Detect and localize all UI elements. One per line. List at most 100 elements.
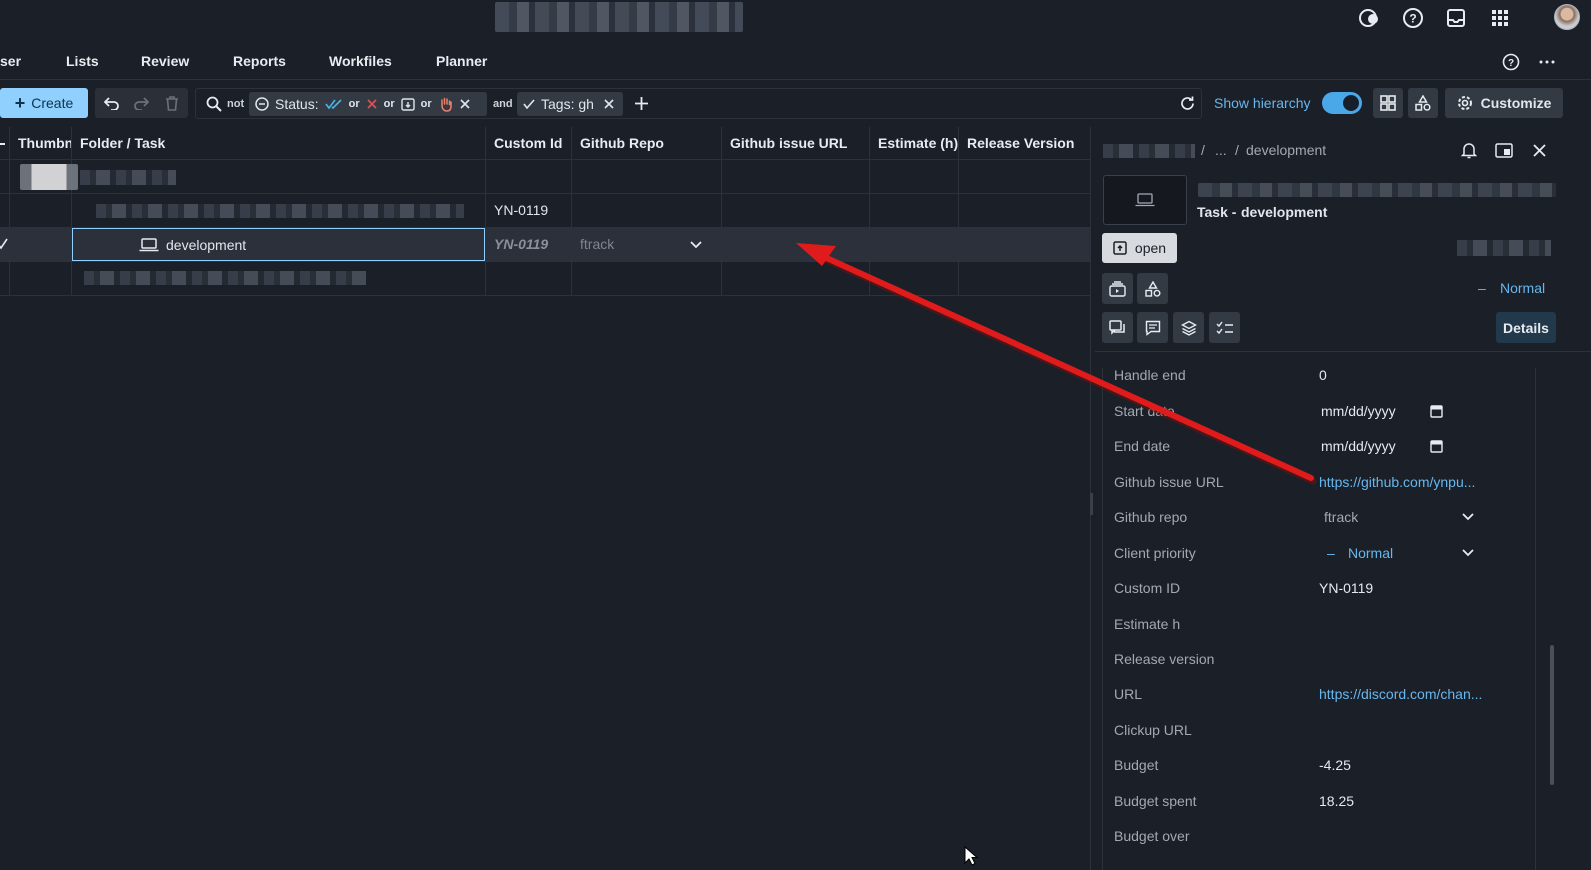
column-header-estimate[interactable]: Estimate (h) [870, 127, 959, 160]
task-thumbnail[interactable] [1103, 175, 1187, 225]
table-row[interactable] [0, 160, 1090, 194]
open-in-window-icon[interactable] [1495, 143, 1513, 158]
release-version-cell[interactable] [959, 228, 1090, 261]
nav-help-icon[interactable]: ? [1502, 53, 1520, 71]
priority-label[interactable]: Normal [1500, 280, 1545, 296]
field-value-handle-end[interactable]: 0 [1319, 367, 1327, 383]
check-icon [523, 99, 535, 109]
field-value-url[interactable]: https://discord.com/chan... [1319, 686, 1482, 702]
bell-icon[interactable] [1461, 142, 1477, 159]
filter-and-operator: and [493, 98, 513, 110]
column-header-select[interactable] [0, 127, 10, 160]
calendar-icon[interactable] [1430, 404, 1443, 418]
estimate-cell [870, 194, 959, 227]
field-label-client-priority: Client priority [1114, 545, 1196, 561]
status-open-button[interactable]: open [1102, 233, 1177, 263]
scrollbar-thumb[interactable] [1550, 645, 1554, 785]
checklist-button[interactable] [1209, 312, 1240, 343]
more-options-icon[interactable] [1539, 60, 1555, 64]
column-header-thumbnail[interactable]: Thumbn [10, 127, 72, 160]
redo-icon[interactable] [133, 96, 149, 110]
remove-status-filter-icon[interactable] [460, 99, 470, 109]
column-header-github-issue-url[interactable]: Github issue URL [722, 127, 870, 160]
add-filter-icon[interactable] [635, 97, 648, 110]
chevron-down-icon[interactable] [1462, 513, 1474, 521]
filter-bar[interactable]: not Status: or or or and Tags: gh [195, 88, 1202, 119]
breadcrumb-project-blurred[interactable] [1103, 144, 1195, 158]
shapes-button[interactable] [1137, 273, 1168, 304]
assignee-blurred[interactable] [1457, 240, 1551, 256]
activity-button[interactable] [1102, 312, 1133, 343]
column-header-release-version[interactable]: Release Version [959, 127, 1090, 160]
table-row-selected[interactable]: development YN-0119 ftrack [0, 228, 1090, 262]
github-repo-value: ftrack [580, 236, 615, 252]
field-value-start-date[interactable]: mm/dd/yyyy [1321, 403, 1396, 419]
folder-task-cell-selected[interactable]: development [72, 228, 485, 261]
search-icon [206, 96, 222, 112]
github-repo-select[interactable]: ftrack [572, 228, 722, 261]
field-value-github-repo[interactable]: ftrack [1324, 509, 1358, 525]
customize-button[interactable]: Customize [1445, 88, 1563, 118]
apps-grid-icon[interactable] [1487, 5, 1513, 31]
custom-id-cell[interactable]: YN-0119 [486, 228, 572, 261]
assistant-icon[interactable] [1356, 5, 1382, 31]
field-value-end-date[interactable]: mm/dd/yyyy [1321, 438, 1396, 454]
grid-view-icon [1380, 95, 1396, 111]
shapes-button[interactable] [1408, 88, 1438, 118]
item-name-blurred [96, 204, 464, 218]
nav-item-planner[interactable]: Planner [436, 53, 487, 69]
laptop-icon [139, 238, 159, 252]
field-value-client-priority[interactable]: Normal [1348, 545, 1393, 561]
inbox-icon[interactable] [1443, 5, 1469, 31]
column-header-custom-id[interactable]: Custom Id [486, 127, 572, 160]
field-value-budget-spent[interactable]: 18.25 [1319, 793, 1354, 809]
grid-view-button[interactable] [1373, 88, 1403, 118]
field-value-github-issue-url[interactable]: https://github.com/ynpu... [1319, 474, 1475, 490]
media-button[interactable] [1102, 273, 1133, 304]
shapes-icon [1415, 95, 1431, 111]
versions-button[interactable] [1173, 312, 1204, 343]
breadcrumb-current: development [1246, 142, 1327, 158]
field-label-budget: Budget [1114, 757, 1159, 773]
help-icon[interactable]: ? [1400, 5, 1426, 31]
breadcrumb-ellipsis[interactable]: ... [1215, 142, 1227, 158]
nav-item-lists[interactable]: Lists [66, 53, 99, 69]
nav-item-review[interactable]: Review [141, 53, 189, 69]
workspace-title-blurred[interactable] [495, 2, 743, 32]
panel-resize-handle[interactable] [1090, 493, 1093, 515]
field-value-budget[interactable]: -4.25 [1319, 757, 1351, 773]
remove-tags-filter-icon[interactable] [604, 99, 614, 109]
delete-icon[interactable] [165, 96, 179, 111]
comments-button[interactable] [1137, 312, 1168, 343]
table-row[interactable] [0, 262, 1090, 296]
column-header-github-repo[interactable]: Github Repo [572, 127, 722, 160]
table-row[interactable]: YN-0119 [0, 194, 1090, 228]
activity-icon [1109, 319, 1125, 335]
field-label-github-issue-url: Github issue URL [1114, 474, 1224, 490]
github-issue-url-cell [722, 194, 870, 227]
nav-item-reports[interactable]: Reports [233, 53, 286, 69]
field-value-custom-id[interactable]: YN-0119 [1319, 580, 1373, 596]
refresh-icon[interactable] [1180, 96, 1195, 111]
column-header-folder-task[interactable]: Folder / Task [72, 127, 486, 160]
details-tab[interactable]: Details [1496, 312, 1556, 343]
close-icon[interactable] [1533, 144, 1546, 157]
undo-icon[interactable] [104, 96, 120, 110]
create-button[interactable]: + Create [0, 88, 88, 118]
github-issue-url-cell [722, 262, 870, 295]
user-avatar[interactable] [1554, 4, 1580, 30]
calendar-icon[interactable] [1430, 439, 1443, 453]
estimate-cell[interactable] [870, 228, 959, 261]
show-hierarchy-toggle[interactable] [1322, 92, 1362, 114]
mouse-cursor-icon [964, 846, 978, 866]
chevron-down-icon[interactable] [1462, 549, 1474, 557]
row-select-checkbox[interactable] [0, 228, 10, 261]
field-label-start-date: Start date [1114, 403, 1175, 419]
nav-item-browser[interactable]: ser [0, 53, 21, 69]
nav-item-workfiles[interactable]: Workfiles [329, 53, 392, 69]
tags-filter-chip[interactable]: Tags: gh [517, 92, 623, 116]
task-table: Thumbn Folder / Task Custom Id Github Re… [0, 127, 1090, 870]
archive-status-icon [400, 97, 415, 111]
status-filter-chip[interactable]: Status: or or or [249, 92, 487, 116]
github-issue-url-cell[interactable] [722, 228, 870, 261]
